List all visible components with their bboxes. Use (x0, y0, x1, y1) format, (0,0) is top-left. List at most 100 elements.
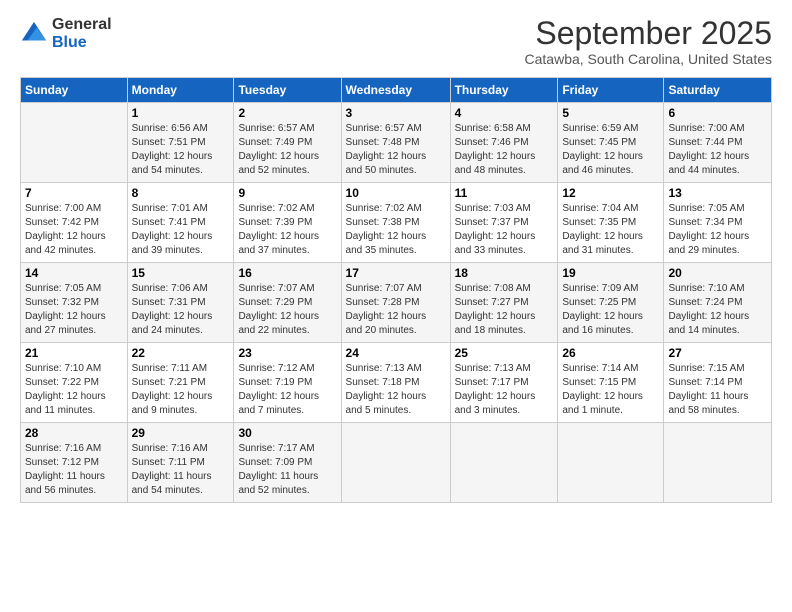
day-number: 14 (25, 266, 123, 280)
day-info: Sunrise: 7:06 AMSunset: 7:31 PMDaylight:… (132, 282, 230, 338)
day-info: Sunrise: 7:07 AMSunset: 7:29 PMDaylight:… (238, 282, 336, 338)
day-cell: 2 Sunrise: 6:57 AMSunset: 7:49 PMDayligh… (234, 103, 341, 183)
day-number: 5 (562, 106, 659, 120)
day-cell (558, 423, 664, 503)
day-number: 20 (668, 266, 767, 280)
day-cell: 12 Sunrise: 7:04 AMSunset: 7:35 PMDaylig… (558, 183, 664, 263)
day-info: Sunrise: 6:58 AMSunset: 7:46 PMDaylight:… (455, 122, 554, 178)
day-info: Sunrise: 7:16 AMSunset: 7:11 PMDaylight:… (132, 442, 230, 498)
day-number: 16 (238, 266, 336, 280)
title-block: September 2025 Catawba, South Carolina, … (525, 16, 772, 67)
day-info: Sunrise: 7:16 AMSunset: 7:12 PMDaylight:… (25, 442, 123, 498)
day-info: Sunrise: 7:07 AMSunset: 7:28 PMDaylight:… (346, 282, 446, 338)
day-info: Sunrise: 7:13 AMSunset: 7:17 PMDaylight:… (455, 362, 554, 418)
day-number: 24 (346, 346, 446, 360)
col-wednesday: Wednesday (341, 78, 450, 103)
day-info: Sunrise: 6:57 AMSunset: 7:48 PMDaylight:… (346, 122, 446, 178)
day-cell: 4 Sunrise: 6:58 AMSunset: 7:46 PMDayligh… (450, 103, 558, 183)
day-cell: 7 Sunrise: 7:00 AMSunset: 7:42 PMDayligh… (21, 183, 128, 263)
day-info: Sunrise: 7:03 AMSunset: 7:37 PMDaylight:… (455, 202, 554, 258)
header-row: Sunday Monday Tuesday Wednesday Thursday… (21, 78, 772, 103)
calendar-table: Sunday Monday Tuesday Wednesday Thursday… (20, 77, 772, 503)
page-container: General Blue September 2025 Catawba, Sou… (0, 0, 792, 513)
day-info: Sunrise: 7:08 AMSunset: 7:27 PMDaylight:… (455, 282, 554, 338)
day-number: 30 (238, 426, 336, 440)
day-cell: 27 Sunrise: 7:15 AMSunset: 7:14 PMDaylig… (664, 343, 772, 423)
day-number: 6 (668, 106, 767, 120)
day-info: Sunrise: 7:05 AMSunset: 7:34 PMDaylight:… (668, 202, 767, 258)
week-row-3: 21 Sunrise: 7:10 AMSunset: 7:22 PMDaylig… (21, 343, 772, 423)
day-cell: 24 Sunrise: 7:13 AMSunset: 7:18 PMDaylig… (341, 343, 450, 423)
day-info: Sunrise: 6:56 AMSunset: 7:51 PMDaylight:… (132, 122, 230, 178)
month-title: September 2025 (525, 16, 772, 51)
day-cell: 19 Sunrise: 7:09 AMSunset: 7:25 PMDaylig… (558, 263, 664, 343)
day-number: 25 (455, 346, 554, 360)
day-cell: 1 Sunrise: 6:56 AMSunset: 7:51 PMDayligh… (127, 103, 234, 183)
day-cell: 11 Sunrise: 7:03 AMSunset: 7:37 PMDaylig… (450, 183, 558, 263)
col-monday: Monday (127, 78, 234, 103)
day-info: Sunrise: 7:02 AMSunset: 7:38 PMDaylight:… (346, 202, 446, 258)
day-cell: 15 Sunrise: 7:06 AMSunset: 7:31 PMDaylig… (127, 263, 234, 343)
day-number: 29 (132, 426, 230, 440)
day-number: 8 (132, 186, 230, 200)
day-number: 11 (455, 186, 554, 200)
day-cell: 8 Sunrise: 7:01 AMSunset: 7:41 PMDayligh… (127, 183, 234, 263)
day-cell (21, 103, 128, 183)
header: General Blue September 2025 Catawba, Sou… (20, 16, 772, 67)
day-info: Sunrise: 7:13 AMSunset: 7:18 PMDaylight:… (346, 362, 446, 418)
day-cell: 13 Sunrise: 7:05 AMSunset: 7:34 PMDaylig… (664, 183, 772, 263)
day-cell: 9 Sunrise: 7:02 AMSunset: 7:39 PMDayligh… (234, 183, 341, 263)
col-tuesday: Tuesday (234, 78, 341, 103)
day-number: 2 (238, 106, 336, 120)
day-cell: 28 Sunrise: 7:16 AMSunset: 7:12 PMDaylig… (21, 423, 128, 503)
day-cell: 20 Sunrise: 7:10 AMSunset: 7:24 PMDaylig… (664, 263, 772, 343)
col-thursday: Thursday (450, 78, 558, 103)
day-info: Sunrise: 6:59 AMSunset: 7:45 PMDaylight:… (562, 122, 659, 178)
day-info: Sunrise: 7:01 AMSunset: 7:41 PMDaylight:… (132, 202, 230, 258)
day-info: Sunrise: 7:02 AMSunset: 7:39 PMDaylight:… (238, 202, 336, 258)
day-number: 10 (346, 186, 446, 200)
day-cell: 10 Sunrise: 7:02 AMSunset: 7:38 PMDaylig… (341, 183, 450, 263)
day-info: Sunrise: 7:12 AMSunset: 7:19 PMDaylight:… (238, 362, 336, 418)
week-row-4: 28 Sunrise: 7:16 AMSunset: 7:12 PMDaylig… (21, 423, 772, 503)
col-saturday: Saturday (664, 78, 772, 103)
day-number: 4 (455, 106, 554, 120)
day-info: Sunrise: 7:00 AMSunset: 7:42 PMDaylight:… (25, 202, 123, 258)
day-number: 23 (238, 346, 336, 360)
day-number: 7 (25, 186, 123, 200)
day-info: Sunrise: 7:10 AMSunset: 7:24 PMDaylight:… (668, 282, 767, 338)
day-number: 12 (562, 186, 659, 200)
day-number: 1 (132, 106, 230, 120)
day-info: Sunrise: 7:05 AMSunset: 7:32 PMDaylight:… (25, 282, 123, 338)
day-number: 28 (25, 426, 123, 440)
day-info: Sunrise: 7:04 AMSunset: 7:35 PMDaylight:… (562, 202, 659, 258)
day-number: 15 (132, 266, 230, 280)
day-cell: 29 Sunrise: 7:16 AMSunset: 7:11 PMDaylig… (127, 423, 234, 503)
logo: General Blue (20, 16, 112, 51)
day-info: Sunrise: 7:09 AMSunset: 7:25 PMDaylight:… (562, 282, 659, 338)
day-cell (450, 423, 558, 503)
day-cell (664, 423, 772, 503)
day-cell: 5 Sunrise: 6:59 AMSunset: 7:45 PMDayligh… (558, 103, 664, 183)
day-info: Sunrise: 6:57 AMSunset: 7:49 PMDaylight:… (238, 122, 336, 178)
day-info: Sunrise: 7:00 AMSunset: 7:44 PMDaylight:… (668, 122, 767, 178)
day-number: 17 (346, 266, 446, 280)
day-cell: 14 Sunrise: 7:05 AMSunset: 7:32 PMDaylig… (21, 263, 128, 343)
logo-text: General Blue (52, 16, 112, 51)
day-number: 27 (668, 346, 767, 360)
day-cell: 23 Sunrise: 7:12 AMSunset: 7:19 PMDaylig… (234, 343, 341, 423)
week-row-1: 7 Sunrise: 7:00 AMSunset: 7:42 PMDayligh… (21, 183, 772, 263)
col-sunday: Sunday (21, 78, 128, 103)
week-row-0: 1 Sunrise: 6:56 AMSunset: 7:51 PMDayligh… (21, 103, 772, 183)
day-cell: 22 Sunrise: 7:11 AMSunset: 7:21 PMDaylig… (127, 343, 234, 423)
logo-icon (20, 20, 48, 48)
day-info: Sunrise: 7:17 AMSunset: 7:09 PMDaylight:… (238, 442, 336, 498)
day-cell: 6 Sunrise: 7:00 AMSunset: 7:44 PMDayligh… (664, 103, 772, 183)
day-number: 21 (25, 346, 123, 360)
day-info: Sunrise: 7:11 AMSunset: 7:21 PMDaylight:… (132, 362, 230, 418)
day-cell: 25 Sunrise: 7:13 AMSunset: 7:17 PMDaylig… (450, 343, 558, 423)
day-number: 13 (668, 186, 767, 200)
day-number: 19 (562, 266, 659, 280)
day-cell: 17 Sunrise: 7:07 AMSunset: 7:28 PMDaylig… (341, 263, 450, 343)
day-cell: 18 Sunrise: 7:08 AMSunset: 7:27 PMDaylig… (450, 263, 558, 343)
